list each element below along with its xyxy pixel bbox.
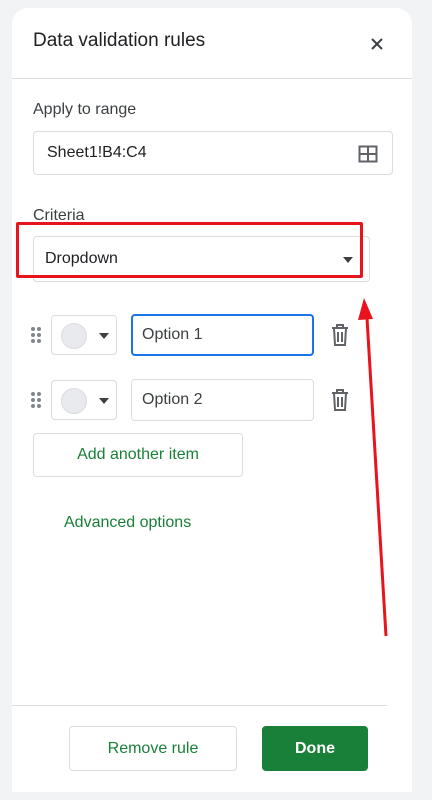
- criteria-dropdown[interactable]: Dropdown: [33, 236, 370, 282]
- panel-footer: Remove rule Done: [12, 705, 387, 793]
- panel-header: Data validation rules: [12, 8, 412, 79]
- trash-icon[interactable]: [330, 323, 350, 347]
- bottom-edge: [0, 792, 432, 800]
- color-swatch: [61, 388, 87, 414]
- list-item: [12, 312, 412, 358]
- remove-rule-button[interactable]: Remove rule: [69, 726, 237, 771]
- color-swatch: [61, 323, 87, 349]
- panel-title: Data validation rules: [33, 30, 206, 51]
- item-color-picker[interactable]: [51, 315, 117, 355]
- list-item: [12, 377, 412, 423]
- range-input[interactable]: Sheet1!B4:C4: [33, 131, 393, 175]
- done-button[interactable]: Done: [262, 726, 368, 771]
- dropdown-caret-icon: [343, 257, 353, 263]
- drag-handle-icon[interactable]: [30, 326, 42, 344]
- apply-to-range-label: Apply to range: [33, 101, 137, 118]
- dropdown-caret-icon: [99, 398, 109, 404]
- data-validation-panel: Data validation rules Apply to range She…: [12, 8, 412, 792]
- criteria-label: Criteria: [33, 207, 85, 224]
- dropdown-caret-icon: [99, 333, 109, 339]
- close-button[interactable]: [365, 32, 389, 56]
- item-color-picker[interactable]: [51, 380, 117, 420]
- range-value: Sheet1!B4:C4: [47, 144, 147, 161]
- advanced-options-link[interactable]: Advanced options: [64, 514, 191, 532]
- drag-handle-icon[interactable]: [30, 391, 42, 409]
- add-another-item-button[interactable]: Add another item: [33, 433, 243, 477]
- criteria-selected-value: Dropdown: [45, 250, 118, 267]
- select-range-grid-icon[interactable]: [358, 144, 378, 164]
- option-input[interactable]: [131, 314, 314, 356]
- option-input[interactable]: [131, 379, 314, 421]
- close-icon: [371, 38, 383, 50]
- trash-icon[interactable]: [330, 388, 350, 412]
